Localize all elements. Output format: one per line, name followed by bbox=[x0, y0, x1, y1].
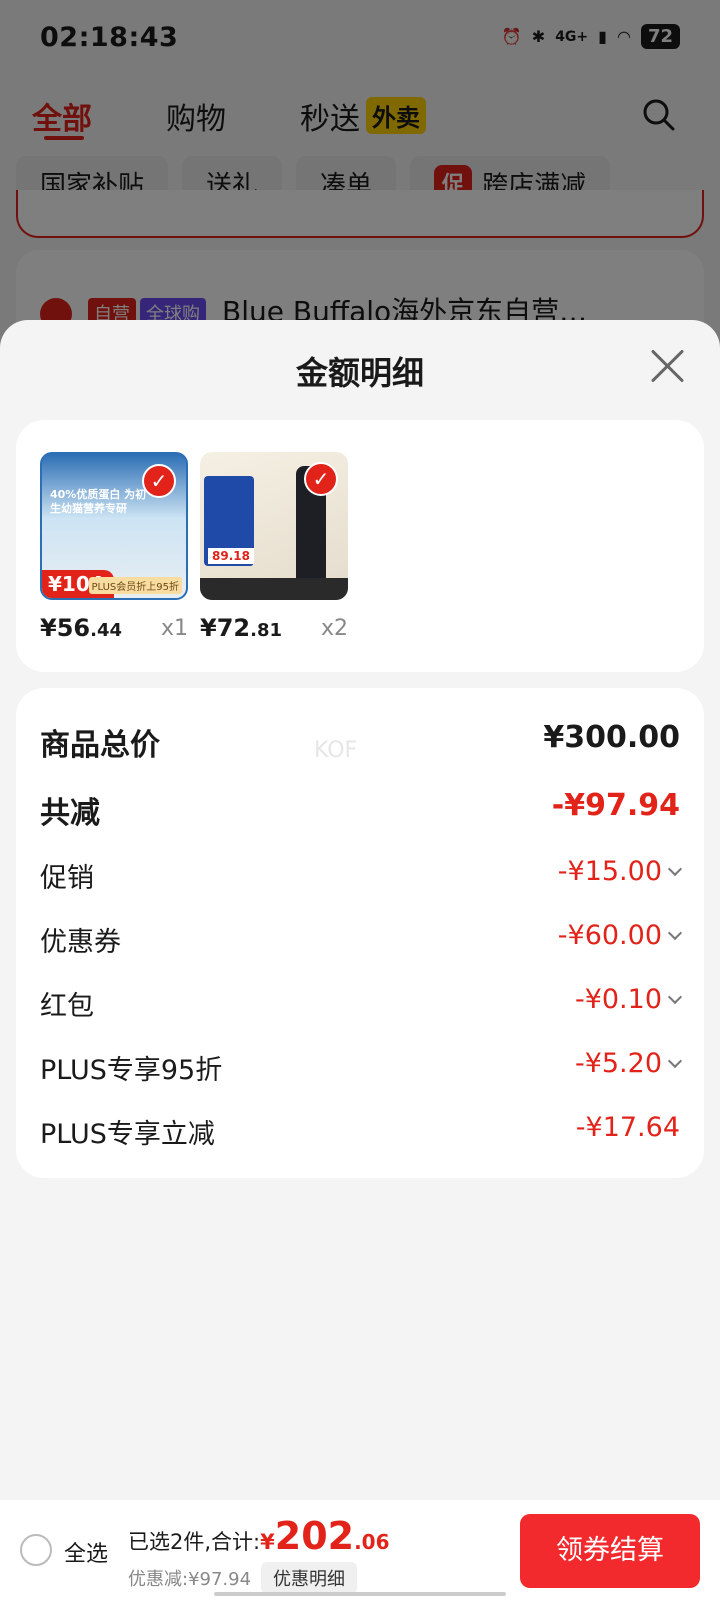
product-price-dec: .44 bbox=[90, 620, 122, 641]
amount-detail-card: KOF 商品总价 ¥300.00 共减 -¥97.94 促销 -¥15.00 优… bbox=[16, 688, 704, 1178]
total-reduce-label: 共减 bbox=[40, 796, 100, 831]
total-amount-decimal: .06 bbox=[354, 1530, 390, 1554]
selected-count-text: 已选2件,合计: bbox=[128, 1530, 261, 1554]
selected-check-icon: ✓ bbox=[142, 464, 176, 498]
promo-value: -¥15.00 bbox=[557, 856, 662, 887]
product-price-dec: .81 bbox=[250, 620, 282, 641]
product-price-int: ¥56 bbox=[40, 614, 91, 642]
sheet-title: 金额明细 bbox=[295, 354, 424, 392]
promo-label: 促销 bbox=[40, 863, 94, 894]
redpack-label: 红包 bbox=[40, 991, 94, 1022]
total-reduce-value: -¥97.94 bbox=[551, 788, 680, 823]
total-price-label: 商品总价 bbox=[40, 728, 160, 763]
select-all-radio[interactable] bbox=[20, 1534, 52, 1566]
product-feature-strip bbox=[200, 578, 348, 600]
plus-reduce-value: -¥17.64 bbox=[575, 1112, 680, 1143]
plus95-value: -¥5.20 bbox=[574, 1048, 662, 1079]
row-total-price: 商品总价 ¥300.00 bbox=[40, 720, 680, 764]
coupon-label: 优惠券 bbox=[40, 927, 121, 958]
selected-check-icon: ✓ bbox=[304, 462, 338, 496]
discount-line: 优惠减:¥97.94 优惠明细 bbox=[128, 1562, 358, 1594]
product-price-int: ¥72 bbox=[200, 614, 251, 642]
row-promo[interactable]: 促销 -¥15.00 bbox=[40, 856, 683, 900]
row-plus-reduce: PLUS专享立减 -¥17.64 bbox=[40, 1112, 680, 1156]
discount-detail-button[interactable]: 优惠明细 bbox=[261, 1562, 358, 1594]
row-coupon[interactable]: 优惠券 -¥60.00 bbox=[40, 920, 683, 964]
product-thumbnail: 40%优质蛋白 为初生幼猫营养专研 ✓ ¥104 PLUS会员折上95折 bbox=[40, 452, 188, 600]
promo-value-wrap: -¥15.00 bbox=[557, 856, 683, 887]
discount-text: 优惠减:¥97.94 bbox=[128, 1569, 252, 1590]
row-redpack[interactable]: 红包 -¥0.10 bbox=[40, 984, 683, 1028]
chevron-down-icon bbox=[667, 1053, 683, 1069]
product-qty: x2 bbox=[320, 616, 348, 641]
redpack-value: -¥0.10 bbox=[574, 984, 662, 1015]
total-yen: ¥ bbox=[260, 1530, 275, 1554]
home-indicator bbox=[214, 1592, 506, 1596]
select-all-label[interactable]: 全选 bbox=[64, 1536, 108, 1568]
row-total-reduce: 共减 -¥97.94 bbox=[40, 788, 680, 832]
chevron-down-icon bbox=[667, 925, 683, 941]
total-price-value: ¥300.00 bbox=[543, 720, 680, 755]
plus95-label: PLUS专享95折 bbox=[40, 1055, 223, 1086]
product-item[interactable]: 40%优质蛋白 为初生幼猫营养专研 ✓ ¥104 PLUS会员折上95折 ¥56… bbox=[40, 452, 188, 642]
redpack-value-wrap: -¥0.10 bbox=[574, 984, 683, 1015]
plus-reduce-label: PLUS专享立减 bbox=[40, 1119, 215, 1150]
summary-line: 已选2件,合计:¥202.06 bbox=[128, 1514, 390, 1558]
product-thumb-title: 40%优质蛋白 为初生幼猫营养专研 bbox=[50, 488, 147, 516]
product-thumb-price: 89.18 bbox=[208, 548, 254, 564]
chevron-down-icon bbox=[667, 861, 683, 877]
chevron-down-icon bbox=[667, 989, 683, 1005]
product-price: ¥72.81 bbox=[200, 614, 282, 642]
checkout-button[interactable]: 领券结算 bbox=[520, 1514, 700, 1588]
plus-discount-tag: PLUS会员折上95折 bbox=[88, 577, 182, 594]
close-icon[interactable] bbox=[646, 344, 690, 388]
products-card: 40%优质蛋白 为初生幼猫营养专研 ✓ ¥104 PLUS会员折上95折 ¥56… bbox=[16, 420, 704, 672]
coupon-value: -¥60.00 bbox=[557, 920, 662, 951]
total-amount: 202 bbox=[274, 1514, 355, 1558]
checkout-bar: 全选 已选2件,合计:¥202.06 优惠减:¥97.94 优惠明细 领券结算 bbox=[0, 1500, 720, 1600]
amount-detail-sheet: 金额明细 40%优质蛋白 为初生幼猫营养专研 ✓ ¥104 PLUS会员折上95… bbox=[0, 320, 720, 1600]
row-plus95[interactable]: PLUS专享95折 -¥5.20 bbox=[40, 1048, 683, 1092]
product-thumbnail: 89.18 ✓ bbox=[200, 452, 348, 600]
product-qty: x1 bbox=[160, 616, 188, 641]
product-item[interactable]: 89.18 ✓ ¥72.81 x2 bbox=[200, 452, 348, 642]
coupon-value-wrap: -¥60.00 bbox=[557, 920, 683, 951]
product-price: ¥56.44 bbox=[40, 614, 122, 642]
plus95-value-wrap: -¥5.20 bbox=[574, 1048, 683, 1079]
